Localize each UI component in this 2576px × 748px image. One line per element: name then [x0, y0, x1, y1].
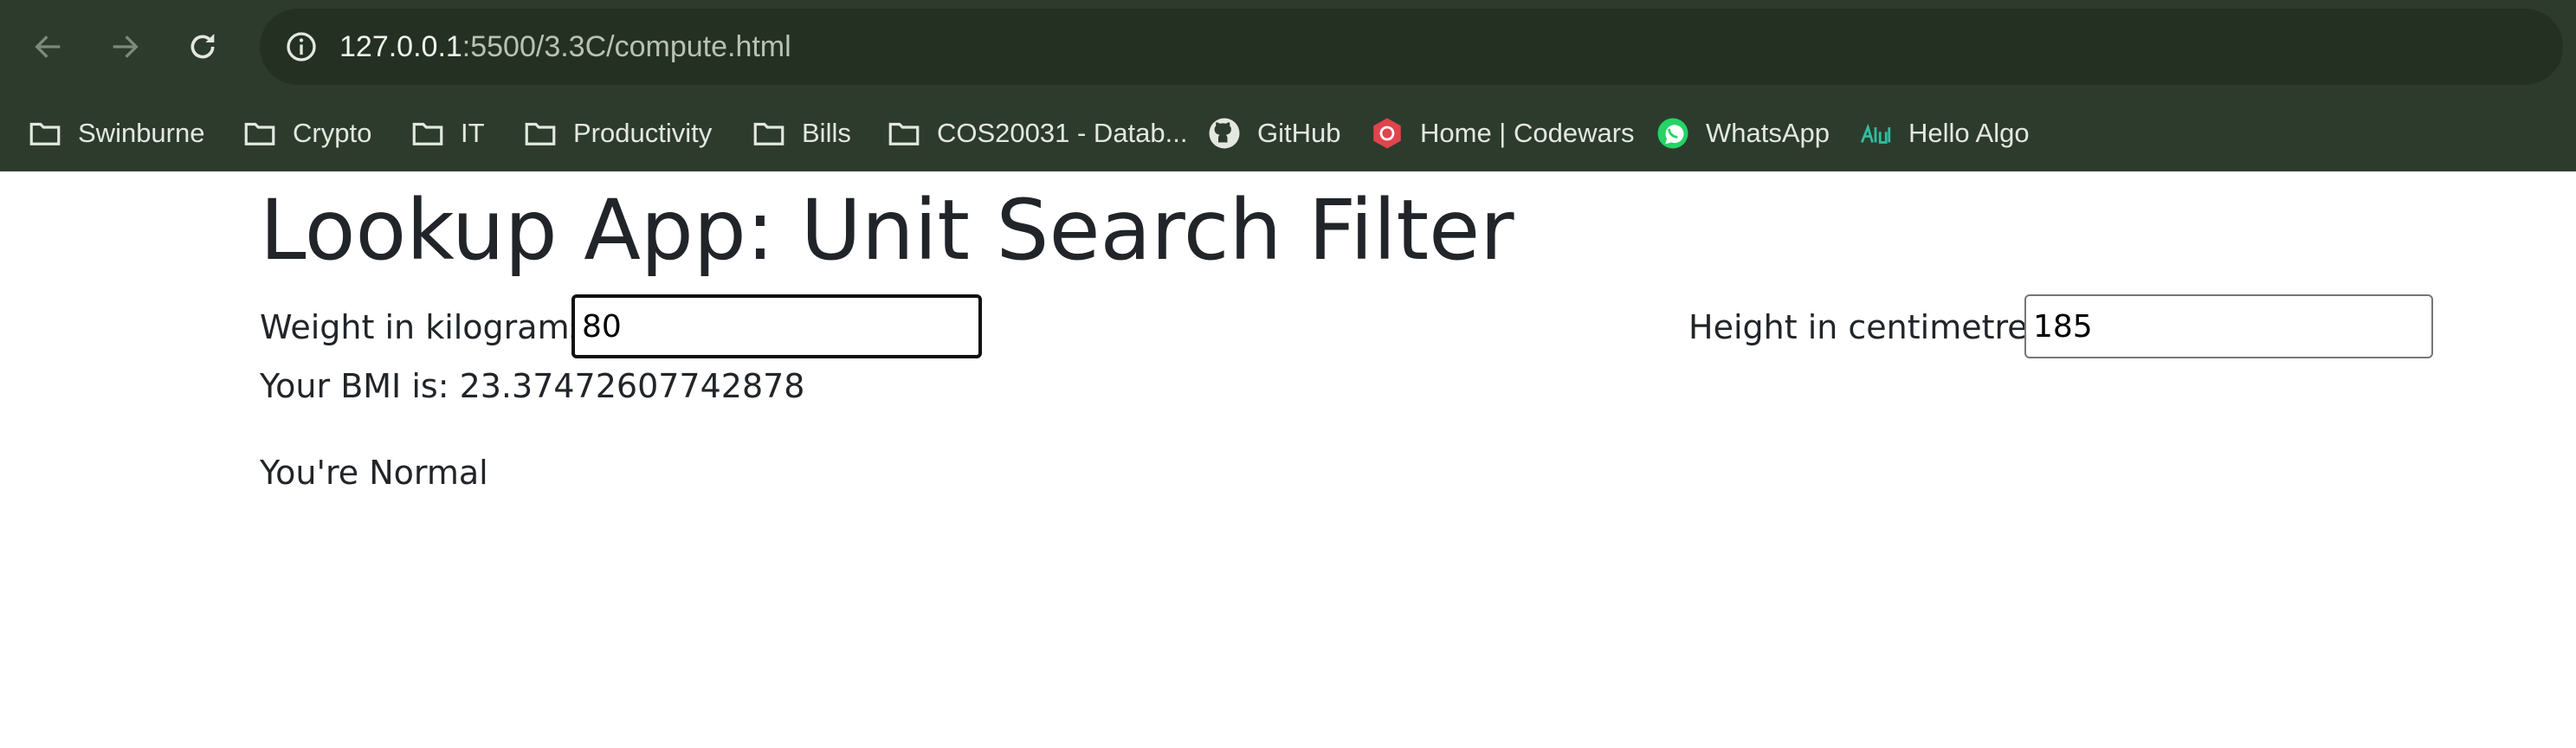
bmi-status: You're Normal	[260, 454, 488, 492]
bmi-result: Your BMI is: 23.37472607742878	[260, 367, 805, 405]
codewars-icon	[1368, 114, 1406, 152]
folder-icon	[409, 114, 447, 152]
weight-label: Weight in kilograms:	[260, 308, 598, 346]
site-info-button[interactable]	[277, 23, 326, 71]
height-label: Height in centimetres:	[1688, 308, 2056, 346]
folder-icon	[241, 114, 279, 152]
bookmark-label: Crypto	[293, 118, 372, 148]
address-bar[interactable]: 127.0.0.1:5500/3.3C/compute.html	[260, 9, 2563, 85]
folder-icon	[750, 114, 788, 152]
forward-arrow-icon	[113, 35, 139, 58]
github-icon	[1205, 114, 1243, 152]
folder-icon	[885, 114, 923, 152]
height-input[interactable]	[2024, 294, 2433, 358]
bookmark-label: COS20031 - Datab...	[937, 118, 1188, 148]
forward-button[interactable]	[97, 19, 152, 74]
bookmark-crypto[interactable]: Crypto	[241, 107, 371, 159]
bookmark-label: Hello Algo	[1908, 118, 2030, 148]
folder-icon	[26, 114, 64, 152]
bookmark-it[interactable]: IT	[409, 107, 485, 159]
bookmark-cos20031[interactable]: COS20031 - Datab...	[885, 107, 1188, 159]
browser-toolbar: 127.0.0.1:5500/3.3C/compute.html	[0, 0, 2576, 95]
bookmark-github[interactable]: GitHub	[1205, 107, 1340, 159]
browser-chrome: 127.0.0.1:5500/3.3C/compute.html Swinbur…	[0, 0, 2576, 171]
bookmark-whatsapp[interactable]: WhatsApp	[1654, 107, 1830, 159]
bookmark-label: Swinburne	[78, 118, 205, 148]
bookmark-codewars[interactable]: Home | Codewars	[1368, 107, 1635, 159]
back-button[interactable]	[21, 19, 76, 74]
bookmark-label: Productivity	[573, 118, 713, 148]
folder-icon	[521, 114, 559, 152]
bookmark-bills[interactable]: Bills	[750, 107, 851, 159]
bookmark-label: Home | Codewars	[1420, 118, 1635, 148]
bookmarks-bar: Swinburne Crypto IT Productivity Bills C…	[0, 95, 2576, 171]
page-content: Lookup App: Unit Search Filter Weight in…	[0, 171, 2576, 748]
bookmark-label: GitHub	[1257, 118, 1341, 148]
weight-input[interactable]	[571, 294, 982, 358]
bookmark-productivity[interactable]: Productivity	[521, 107, 712, 159]
bookmark-swinburne[interactable]: Swinburne	[26, 107, 204, 159]
url-text[interactable]: 127.0.0.1:5500/3.3C/compute.html	[339, 9, 791, 85]
url-host: 127.0.0.1	[339, 30, 462, 63]
info-icon	[287, 32, 316, 61]
bookmark-label: WhatsApp	[1706, 118, 1830, 148]
reload-button[interactable]	[175, 19, 230, 74]
page-title: Lookup App: Unit Search Filter	[260, 182, 1514, 279]
url-path: :5500/3.3C/compute.html	[462, 30, 791, 63]
whatsapp-icon	[1654, 114, 1692, 152]
back-arrow-icon	[35, 35, 61, 58]
reload-icon	[190, 34, 215, 59]
bookmark-label: IT	[461, 118, 485, 148]
bookmark-label: Bills	[802, 118, 851, 148]
hello-algo-icon	[1856, 114, 1895, 152]
bookmark-hello-algo[interactable]: Hello Algo	[1856, 107, 2030, 159]
